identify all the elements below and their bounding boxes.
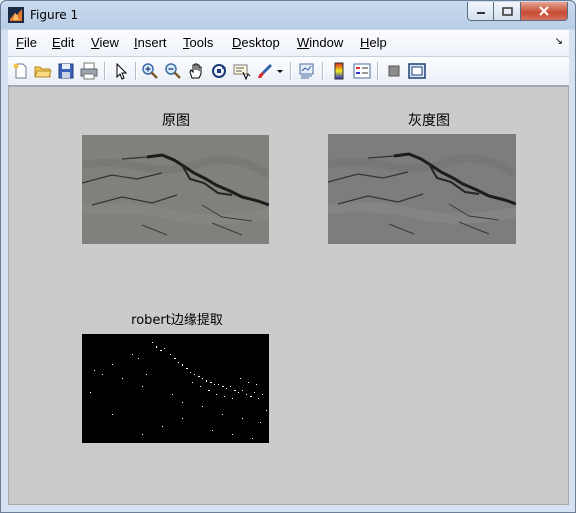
- figure-window: Figure 1 File Edit View Insert Tools Des…: [0, 0, 576, 513]
- plot-title-robert: robert边缘提取: [131, 313, 223, 328]
- menu-help-label: elp: [369, 35, 387, 50]
- toolbar-separator: [322, 62, 324, 80]
- figure-toolbar: [8, 57, 569, 86]
- minimize-icon: [476, 12, 485, 14]
- menu-edit-mnemonic: E: [52, 35, 61, 50]
- menu-desktop-mnemonic: D: [232, 35, 242, 50]
- menu-view[interactable]: View: [91, 35, 119, 50]
- menu-help[interactable]: Help: [360, 35, 387, 50]
- menu-tools[interactable]: Tools: [183, 35, 213, 50]
- zoom-out-icon[interactable]: [164, 62, 182, 80]
- window-title: Figure 1: [30, 8, 79, 22]
- menu-window-mnemonic: W: [297, 35, 310, 50]
- title-bar[interactable]: Figure 1: [1, 1, 575, 30]
- plot-title-gray: 灰度图: [408, 113, 450, 129]
- menu-edit[interactable]: Edit: [52, 35, 74, 50]
- zoom-in-icon[interactable]: [141, 62, 159, 80]
- data-cursor-icon[interactable]: [233, 62, 251, 80]
- link-plot-icon[interactable]: [298, 62, 316, 80]
- gray-image: [328, 134, 516, 244]
- robert-edge-image: [82, 334, 269, 443]
- menu-file-label: ile: [23, 35, 37, 50]
- menu-window-label: indow: [309, 35, 344, 50]
- show-plot-tools-icon[interactable]: [408, 62, 426, 80]
- menu-help-mnemonic: H: [360, 35, 370, 50]
- brush-dropdown-icon[interactable]: [276, 62, 284, 80]
- menu-tools-label: ools: [189, 35, 214, 50]
- pan-hand-icon[interactable]: [187, 62, 205, 80]
- legend-icon[interactable]: [353, 62, 371, 80]
- plot-title-original: 原图: [162, 113, 190, 129]
- menu-file[interactable]: File: [16, 35, 37, 50]
- menu-insert[interactable]: Insert: [134, 35, 167, 50]
- hide-plot-tools-icon[interactable]: [385, 62, 403, 80]
- figure-canvas[interactable]: 原图 灰度图 robert边缘提取: [8, 86, 569, 505]
- maximize-button[interactable]: [494, 2, 521, 21]
- pointer-icon[interactable]: [112, 62, 130, 80]
- new-figure-icon[interactable]: [12, 62, 30, 80]
- save-icon[interactable]: [57, 62, 75, 80]
- open-file-icon[interactable]: [34, 62, 52, 80]
- toolbar-separator: [377, 62, 379, 80]
- print-icon[interactable]: [80, 62, 98, 80]
- rotate-3d-icon[interactable]: [210, 62, 228, 80]
- toolbar-separator: [135, 62, 137, 80]
- matlab-icon: [8, 7, 24, 23]
- menu-bar: File Edit View Insert Tools Desktop Wind…: [8, 30, 569, 57]
- menu-desktop[interactable]: Desktop: [232, 35, 280, 50]
- menu-dock-arrow-icon[interactable]: ↘: [555, 36, 563, 47]
- menu-file-mnemonic: F: [16, 35, 24, 50]
- menu-insert-label: nsert: [137, 35, 167, 50]
- minimize-button[interactable]: [467, 2, 494, 21]
- brush-icon[interactable]: [256, 62, 274, 80]
- close-button[interactable]: [521, 2, 568, 21]
- menu-edit-label: dit: [60, 35, 75, 50]
- menu-window[interactable]: Window: [297, 35, 343, 50]
- maximize-icon: [501, 6, 513, 16]
- toolbar-separator: [290, 62, 292, 80]
- close-icon: [539, 6, 549, 16]
- menu-desktop-label: esktop: [241, 35, 280, 50]
- toolbar-separator: [104, 62, 106, 80]
- original-image: [82, 135, 269, 244]
- colorbar-icon[interactable]: [330, 62, 348, 80]
- menu-view-label: iew: [99, 35, 119, 50]
